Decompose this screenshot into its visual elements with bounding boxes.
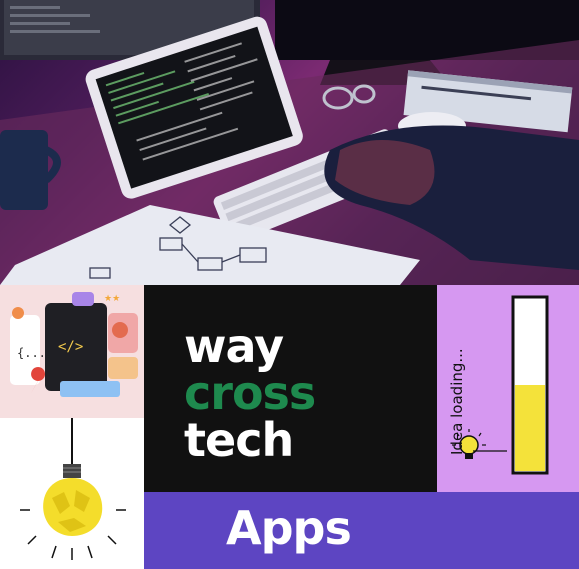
crumpled-lightbulb-illustration [0, 418, 144, 569]
lightbulb-graphic [20, 418, 126, 560]
apps-banner: Apps [144, 492, 579, 569]
loading-bar-fill [515, 385, 545, 471]
workspace-photo [0, 0, 579, 285]
svg-text:</>: </> [58, 339, 83, 355]
collage: {...} </> ★★ way cross tech Idea loading… [0, 0, 579, 569]
brand-word-tech: tech [184, 413, 294, 467]
app-icons-illustration: {...} </> ★★ [0, 285, 144, 418]
brand-panel: way cross tech [144, 285, 437, 492]
brand-word-way: way [184, 319, 284, 373]
idea-loading-caption: Idea loading... [448, 348, 466, 455]
svg-text:★★: ★★ [104, 293, 120, 303]
workspace-illustration [0, 0, 579, 285]
brand-word-cross: cross [184, 366, 316, 420]
app-icons-graphic: {...} </> ★★ [10, 292, 138, 397]
apps-label: Apps [226, 501, 352, 555]
